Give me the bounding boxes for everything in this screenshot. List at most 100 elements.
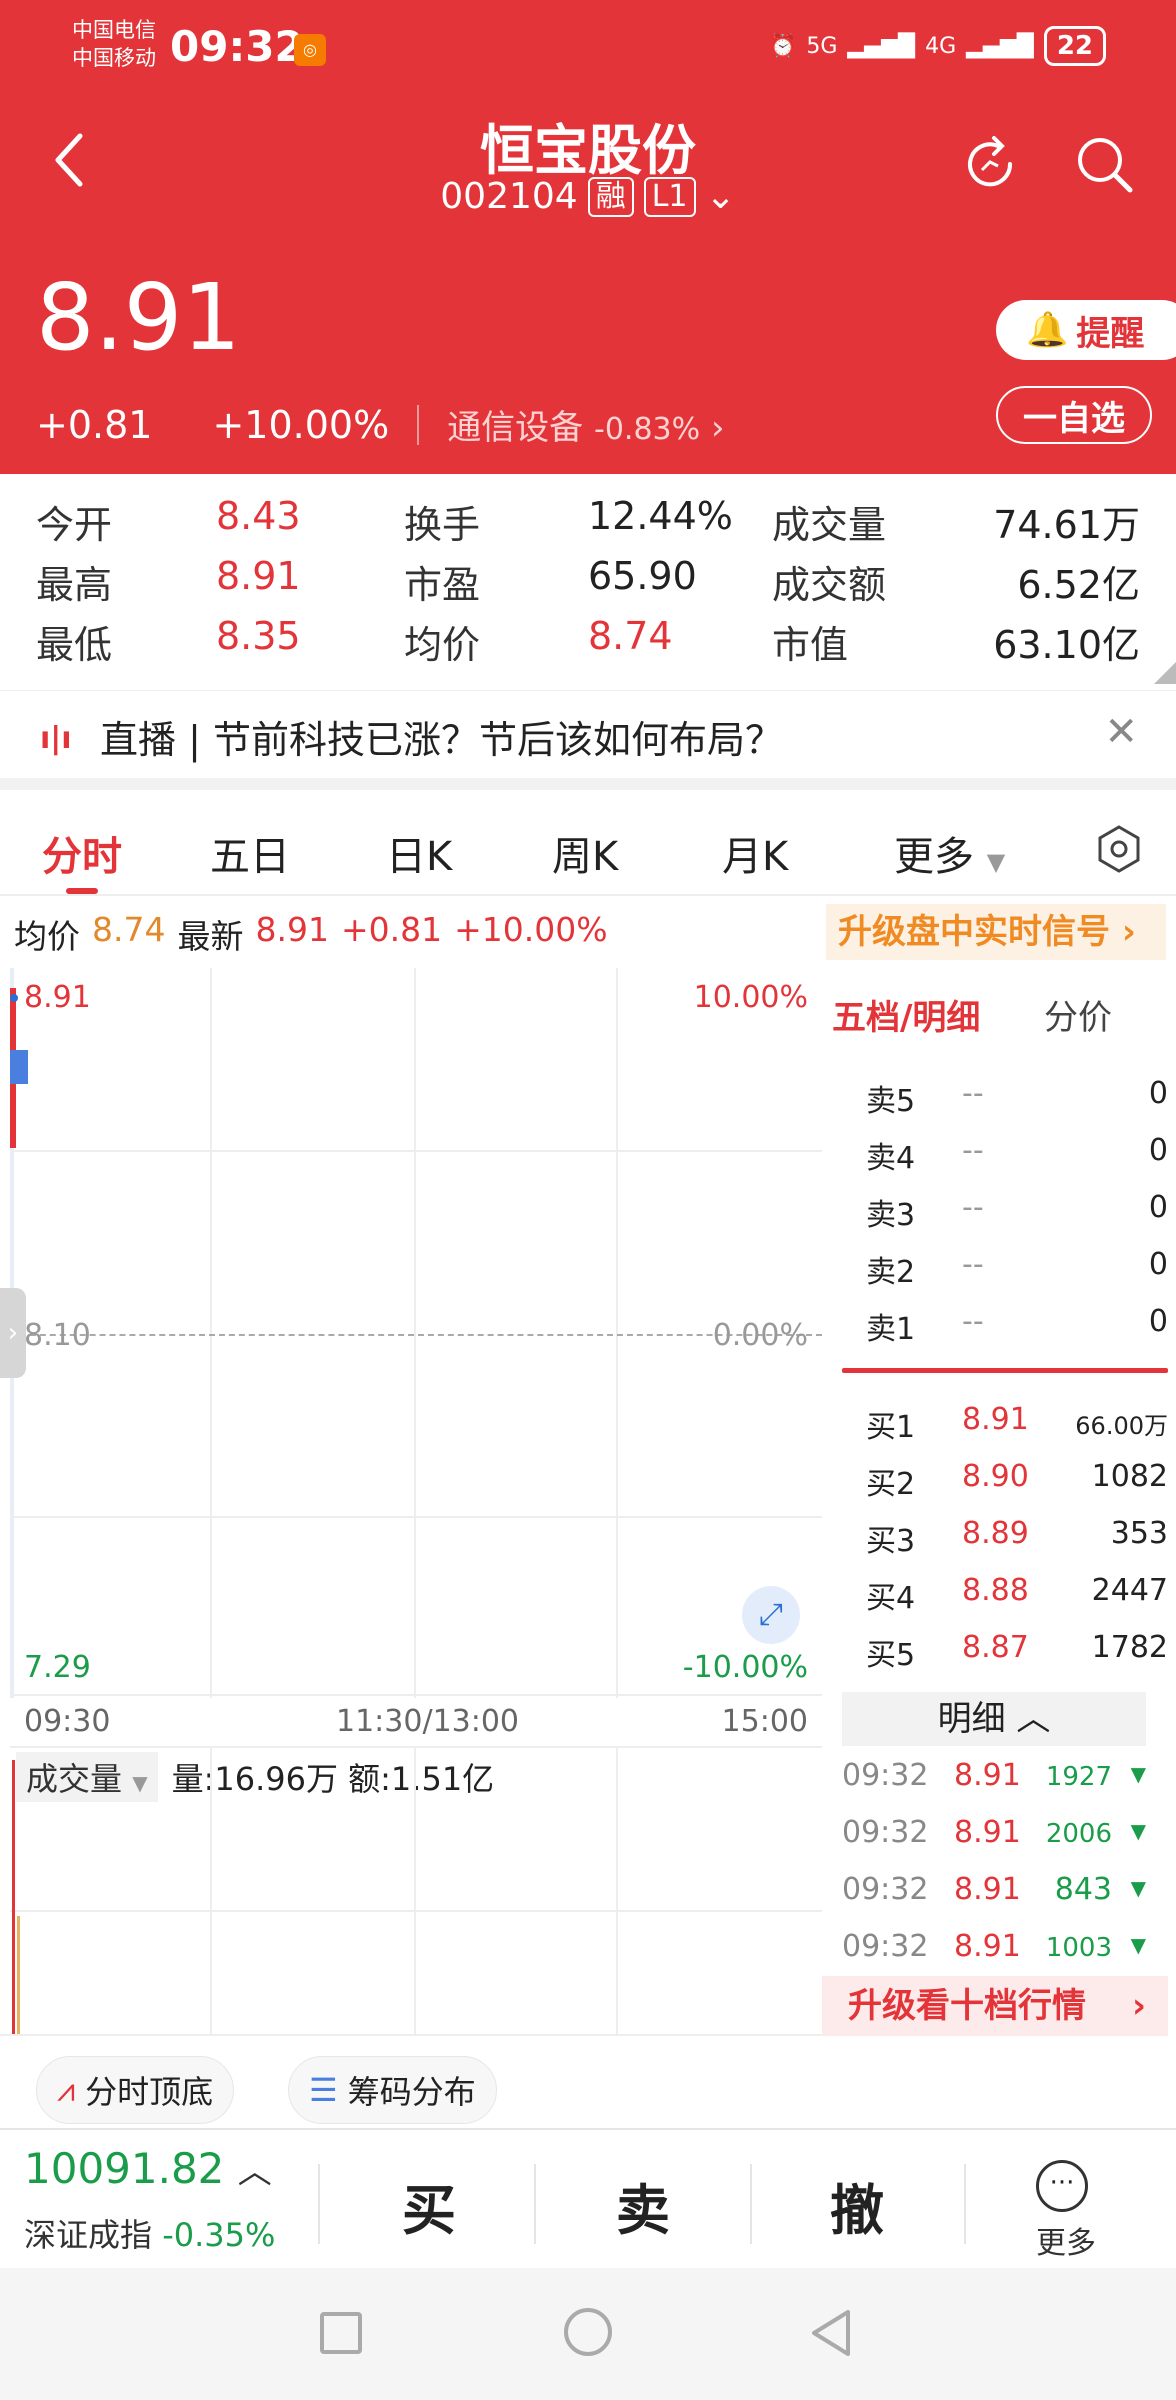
price-change-pct: +10.00% [212,402,390,447]
cancel-order-button[interactable]: 撤 [830,2166,884,2245]
remind-button[interactable]: 🔔 提醒 [996,300,1176,360]
sector-link[interactable]: 通信设备 -0.83% › [447,400,724,449]
mcap-value: 63.10亿 [993,623,1140,667]
trade-price: 8.91 [954,1815,1021,1850]
turnover-value: 12.44% [588,494,733,538]
close-icon[interactable]: ✕ [1104,709,1138,755]
volume-label: 成交量 [772,503,887,547]
bid-vol: 2447 [1091,1573,1168,1608]
grid-line [616,968,618,1698]
chart-tabs: 分时 五日 日K 周K 月K 更多 ▼ [0,800,1176,896]
grid-line [414,1748,416,2034]
bars-icon: ☰ [309,2071,338,2109]
refresh-icon[interactable] [958,132,1022,196]
latest-label: 最新 [177,917,244,956]
tab-price-dist[interactable]: 分价 [1044,990,1112,1039]
expand-side-handle[interactable]: › [0,1288,26,1378]
tab-daily-k[interactable]: 日K [386,824,452,882]
signal-icon: ▂▄▆█ [847,33,916,59]
low-value: 8.35 [216,614,301,658]
live-banner[interactable]: ı|ı 直播 | 节前科技已涨？节后该如何布局？ ✕ [0,690,1176,790]
index-number: 10091.82 [24,2144,225,2193]
bid-price: 8.91 [962,1402,1029,1437]
bid-vol: 1782 [1091,1630,1168,1665]
tab-five-level[interactable]: 五档/明细 [832,990,980,1039]
ask-label: 卖5 [866,1084,916,1119]
sector-change: -0.83% [594,412,701,447]
bid-label: 买3 [866,1524,916,1559]
intraday-top-bottom-button[interactable]: ⩘ 分时顶底 [36,2056,235,2124]
price-dot [10,994,18,1002]
trade-row: 09:32 8.91 1003 ▼ [842,1919,1146,1975]
upgrade-ten-label: 升级看十档行情 [848,1986,1086,2026]
latest-change: +0.81 [340,910,443,949]
pe-label: 市盈 [404,563,481,607]
home-icon[interactable] [564,2308,612,2356]
tab-weekly-k[interactable]: 周K [552,824,618,882]
network-4g: 4G [925,33,957,59]
index-value[interactable]: 10091.82 ︿ [24,2144,272,2193]
live-text: 直播 | 节前科技已涨？节后该如何布局？ [100,718,783,762]
bid-row: 买1 8.91 66.00万 [842,1392,1168,1448]
settings-hex-icon[interactable] [1096,824,1142,874]
ask-vol: 0 [1148,1076,1168,1111]
ask-row: 卖5 -- 0 [842,1066,1168,1122]
recent-apps-icon[interactable] [320,2312,362,2354]
live-bars-icon: ı|ı [40,721,72,756]
divider [417,404,420,445]
price-marker [10,1050,28,1084]
fullscreen-icon[interactable]: ⤢ [742,1586,800,1644]
trade-time: 09:32 [842,1758,929,1793]
ask-vol: 0 [1148,1247,1168,1282]
trade-vol: 1927 [1045,1762,1112,1792]
divider [964,2164,966,2244]
grid-line [10,1694,822,1696]
intraday-chart[interactable]: 8.91 10.00% 8.10 0.00% 7.29 -10.00% › ⤢ … [0,968,822,1748]
upgrade-signal-button[interactable]: 升级盘中实时信号 › [826,904,1166,960]
tab-indicator [66,888,98,894]
chevron-right-icon: › [1131,1986,1146,2026]
tab-intraday[interactable]: 分时 [42,824,122,882]
high-value: 8.91 [216,554,301,598]
grid-line [10,1150,822,1152]
back-nav-icon[interactable] [808,2308,854,2358]
chart-top-price: 8.91 [24,980,91,1015]
chart-bottom-pct: -10.00% [682,1650,808,1685]
ask-vol: 0 [1148,1133,1168,1168]
volume-bar [12,1760,15,2034]
upgrade-ten-level-button[interactable]: 升级看十档行情 › [822,1976,1168,2036]
bottom-bar: 10091.82 ︿ 深证成指 -0.35% 买 卖 撤 ··· 更多 [0,2128,1176,2268]
tab-more[interactable]: 更多 ▼ [894,824,1005,882]
trade-row: 09:32 8.91 1927 ▼ [842,1748,1146,1804]
search-icon[interactable] [1072,132,1136,196]
detail-label: 明细 [937,1699,1006,1739]
bid-price: 8.89 [962,1516,1029,1551]
pill-label: 分时顶底 [85,2073,214,2111]
mcap-label: 市值 [772,623,849,667]
volume-selector[interactable]: 成交量 ▼ [16,1752,158,1802]
stats-panel: 今开 8.43 换手 12.44% 成交量 74.61万 最高 8.91 市盈 … [0,474,1176,684]
divider [0,2034,822,2036]
triangle-down-icon: ▼ [1130,1933,1146,1957]
detail-toggle[interactable]: 明细 ︿ [842,1692,1146,1746]
expand-corner-icon[interactable] [1154,662,1176,684]
upgrade-signal-label: 升级盘中实时信号 [838,912,1110,952]
triangle-down-icon: ▼ [1130,1819,1146,1843]
sell-button[interactable]: 卖 [616,2166,670,2245]
trade-row: 09:32 8.91 843 ▼ [842,1862,1146,1918]
more-button[interactable]: ··· 更多 [1036,2160,1096,2262]
bid-row: 买2 8.90 1082 [842,1449,1168,1505]
watchlist-button[interactable]: 一自选 [996,386,1152,444]
ask-price: -- [962,1076,984,1111]
grid-line [210,1748,212,2034]
bid-row: 买5 8.87 1782 [842,1620,1168,1676]
chip-distribution-button[interactable]: ☰ 筹码分布 [288,2056,497,2124]
open-value: 8.43 [216,494,301,538]
buy-button[interactable]: 买 [402,2166,456,2245]
tab-monthly-k[interactable]: 月K [722,824,788,882]
ask-row: 卖1 -- 0 [842,1294,1168,1350]
divider [750,2164,752,2244]
tab-five-day[interactable]: 五日 [210,824,290,882]
pill-label: 筹码分布 [347,2073,476,2111]
chevron-up-icon: ︿ [1016,1699,1051,1739]
